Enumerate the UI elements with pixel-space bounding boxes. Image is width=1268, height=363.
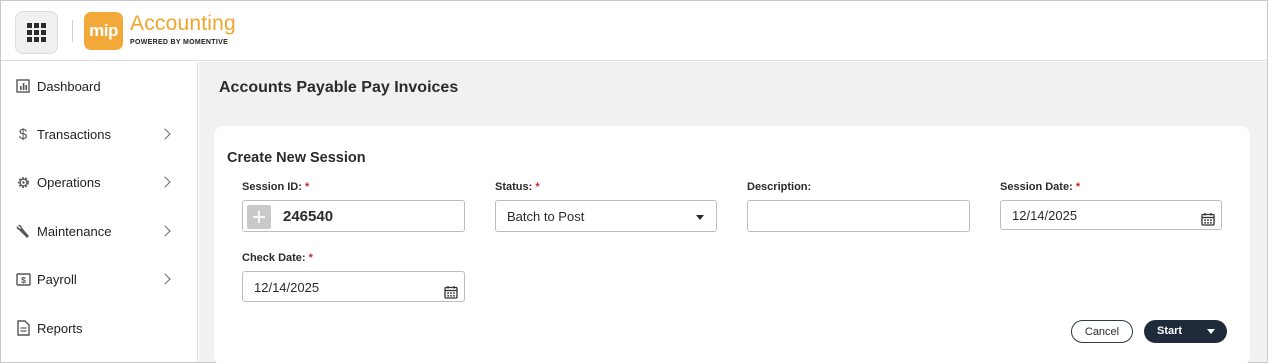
- sidebar-item-label: Dashboard: [37, 78, 101, 94]
- check-date-label-text: Check Date:: [242, 252, 306, 264]
- main-content: Accounts Payable Pay Invoices Create New…: [199, 62, 1267, 363]
- chevron-right-icon: [159, 225, 171, 237]
- required-marker: *: [308, 252, 313, 264]
- sidebar-item-transactions[interactable]: $ Transactions: [1, 119, 198, 149]
- session-date-input[interactable]: 12/14/2025: [1000, 200, 1222, 230]
- sidebar-item-label: Payroll: [37, 271, 77, 287]
- start-button[interactable]: Start: [1144, 320, 1227, 343]
- sidebar-item-operations[interactable]: Operations: [1, 167, 198, 197]
- wrench-icon: [15, 223, 31, 239]
- chevron-right-icon: [159, 128, 171, 140]
- status-value: Batch to Post: [507, 209, 585, 224]
- header-divider: [72, 20, 73, 42]
- status-select[interactable]: Batch to Post: [495, 200, 717, 232]
- app-name: Accounting: [130, 12, 236, 35]
- session-date-value: 12/14/2025: [1012, 208, 1078, 223]
- chevron-right-icon: [159, 273, 171, 285]
- payroll-icon: $: [15, 271, 31, 287]
- description-label-text: Description:: [747, 181, 812, 193]
- svg-text:$: $: [21, 275, 26, 285]
- description-input[interactable]: [747, 200, 970, 232]
- app-tagline: POWERED BY MOMENTIVE: [130, 39, 229, 46]
- grid-icon: [27, 23, 46, 42]
- sidebar-item-payroll[interactable]: $ Payroll: [1, 264, 198, 294]
- session-id-label: Session ID: *: [242, 181, 309, 193]
- session-id-value[interactable]: 246540: [283, 208, 333, 225]
- cancel-button[interactable]: Cancel: [1071, 320, 1133, 343]
- svg-text:$: $: [19, 126, 28, 142]
- required-marker: *: [304, 181, 310, 193]
- start-button-label: Start: [1157, 325, 1183, 337]
- session-id-field: 246540: [242, 200, 465, 232]
- caret-down-icon[interactable]: [1207, 329, 1215, 334]
- status-label: Status: *: [495, 181, 540, 193]
- check-date-input[interactable]: 12/14/2025: [242, 271, 465, 302]
- add-session-button[interactable]: [247, 205, 271, 229]
- create-session-card: Create New Session Session ID: * 246540 …: [214, 126, 1250, 363]
- caret-down-icon: [696, 215, 704, 220]
- description-label: Description:: [747, 181, 811, 193]
- app-logo[interactable]: mip: [84, 12, 123, 50]
- card-title: Create New Session: [227, 150, 366, 166]
- dollar-icon: $: [15, 126, 31, 142]
- sidebar: Dashboard $ Transactions Operations Main…: [1, 62, 198, 362]
- calendar-icon[interactable]: [444, 285, 458, 299]
- check-date-label: Check Date: *: [242, 252, 313, 264]
- sidebar-item-dashboard[interactable]: Dashboard: [1, 71, 198, 101]
- sidebar-item-label: Transactions: [37, 126, 111, 142]
- calendar-icon[interactable]: [1201, 212, 1215, 226]
- session-id-label-text: Session ID:: [242, 181, 302, 193]
- sidebar-item-label: Operations: [37, 174, 101, 190]
- required-marker: *: [1075, 181, 1081, 193]
- document-icon: [15, 320, 31, 336]
- sidebar-item-maintenance[interactable]: Maintenance: [1, 216, 198, 246]
- check-date-value: 12/14/2025: [254, 280, 320, 295]
- chevron-right-icon: [159, 176, 171, 188]
- sidebar-item-reports[interactable]: Reports: [1, 313, 198, 343]
- app-launcher-button[interactable]: [15, 11, 58, 54]
- sidebar-item-label: Reports: [37, 320, 83, 336]
- sidebar-item-label: Maintenance: [37, 223, 112, 239]
- page-title: Accounts Payable Pay Invoices: [219, 79, 459, 96]
- gear-icon: [15, 174, 31, 190]
- required-marker: *: [535, 181, 540, 193]
- status-label-text: Status:: [495, 181, 533, 193]
- app-header: mip Accounting POWERED BY MOMENTIVE: [1, 1, 1267, 61]
- dashboard-icon: [15, 78, 31, 94]
- session-date-label-text: Session Date:: [1000, 181, 1073, 193]
- session-date-label: Session Date: *: [1000, 181, 1080, 193]
